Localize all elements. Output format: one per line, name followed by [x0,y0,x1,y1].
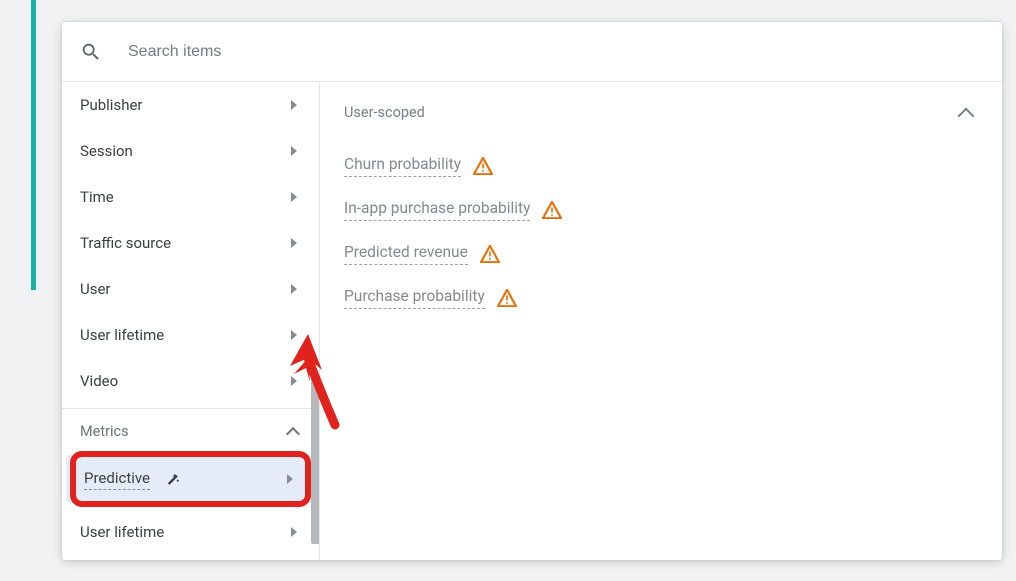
sidebar-item-user-lifetime[interactable]: User lifetime [62,312,319,358]
chevron-right-icon [291,376,297,386]
chevron-right-icon [287,474,293,484]
metric-label: Predicted revenue [344,243,468,265]
section-label: Metrics [80,423,129,440]
chevron-right-icon [291,100,297,110]
metric-purchase-probability[interactable]: Purchase probability [344,287,978,309]
sidebar-item-label: User lifetime [80,326,164,344]
chevron-right-icon [291,146,297,156]
sidebar-item-label: Traffic source [80,234,171,252]
metric-label: In-app purchase probability [344,199,530,221]
metric-predicted-revenue[interactable]: Predicted revenue [344,243,978,265]
chevron-up-icon [958,106,972,120]
content-pane: User-scoped Churn probability In-app pur… [320,82,1002,560]
sidebar-item-user[interactable]: User [62,266,319,312]
sidebar-item-publisher[interactable]: Publisher [62,82,319,128]
search-icon [80,41,102,63]
sidebar-item-label: Time [80,188,114,206]
chevron-up-icon [287,426,297,436]
sidebar-item-label: Video [80,372,118,390]
chevron-right-icon [291,330,297,340]
metric-churn-probability[interactable]: Churn probability [344,155,978,177]
sidebar-item-label: Session [80,142,133,160]
scope-header[interactable]: User-scoped [320,82,1002,135]
sidebar-item-label: Publisher [80,96,143,114]
items-picker-panel: Publisher Session Time Traffic source Us… [62,22,1002,560]
magic-wand-icon [162,469,182,489]
sidebar-item-traffic-source[interactable]: Traffic source [62,220,319,266]
search-input[interactable] [128,43,428,61]
sidebar-item-label: User lifetime [80,523,164,541]
sidebar-item-session[interactable]: Session [62,128,319,174]
metric-in-app-purchase-probability[interactable]: In-app purchase probability [344,199,978,221]
sidebar-item-predictive[interactable]: Predictive [66,455,315,503]
chevron-right-icon [291,192,297,202]
sidebar-item-label: User [80,280,111,298]
sidebar-item-user-lifetime-metric[interactable]: User lifetime [62,509,319,555]
metric-label: Purchase probability [344,287,485,309]
panel-body: Publisher Session Time Traffic source Us… [62,82,1002,560]
chevron-right-icon [291,284,297,294]
chevron-right-icon [291,527,297,537]
metric-list: Churn probability In-app purchase probab… [320,135,1002,337]
warning-icon [473,157,493,175]
warning-icon [480,245,500,263]
sidebar-item-time[interactable]: Time [62,174,319,220]
scrollbar-thumb[interactable] [311,374,320,544]
search-bar [62,22,1002,82]
metrics-section-header[interactable]: Metrics [62,409,319,453]
chevron-right-icon [291,238,297,248]
accent-bar [31,0,36,290]
scope-label: User-scoped [344,104,425,121]
sidebar-item-video[interactable]: Video [62,358,319,404]
warning-icon [497,289,517,307]
sidebar: Publisher Session Time Traffic source Us… [62,82,320,560]
metric-label: Churn probability [344,155,461,177]
warning-icon [542,201,562,219]
sidebar-item-label: Predictive [84,469,150,490]
